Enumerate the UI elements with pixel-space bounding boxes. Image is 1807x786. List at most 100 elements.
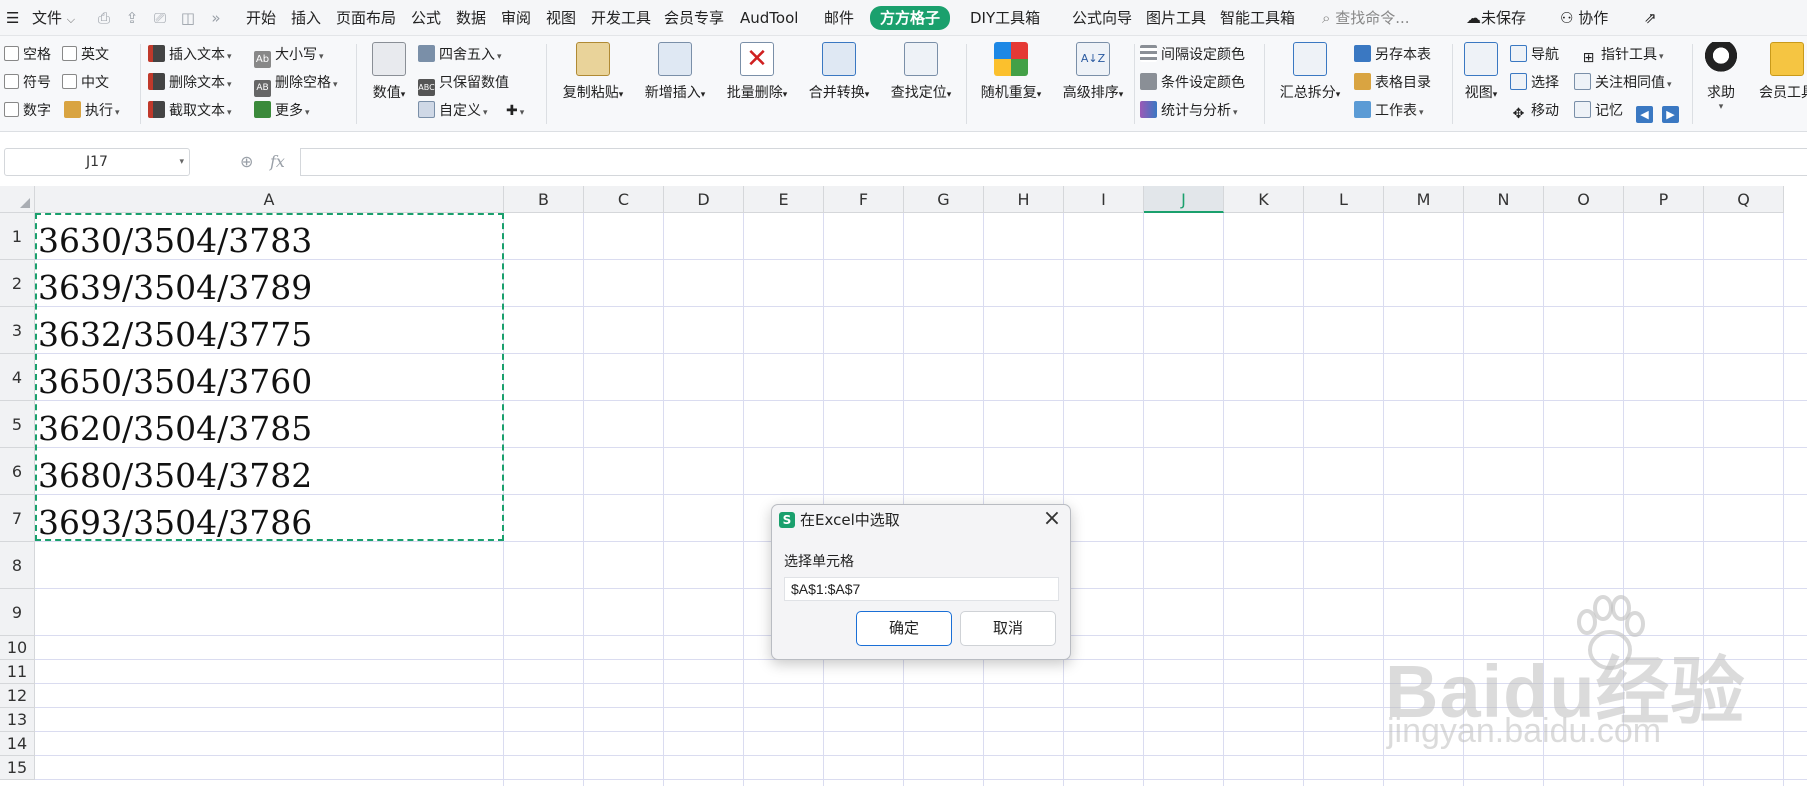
zoom-icon[interactable]: ⊕ [240, 152, 260, 172]
column-header-m[interactable]: M [1384, 186, 1464, 213]
tab-7[interactable]: 开发工具 [591, 7, 651, 29]
cancel-button[interactable]: 取消 [960, 611, 1056, 646]
checkbox-english[interactable]: 英文 [62, 44, 109, 66]
sheet-index-button[interactable]: 表格目录 [1354, 72, 1431, 94]
cell-a3[interactable]: 3632/3504/3775 [38, 309, 498, 356]
range-input[interactable]: $A$1:$A$7 [784, 577, 1059, 601]
cell-a7[interactable]: 3693/3504/3786 [38, 497, 498, 544]
row-header-14[interactable]: 14 [0, 732, 35, 756]
arrow-right-button[interactable]: ▶ [1662, 100, 1683, 123]
cell-a2[interactable]: 3639/3504/3789 [38, 262, 498, 309]
hamburger-menu-icon[interactable]: ☰ [6, 7, 19, 29]
tab-8[interactable]: 会员专享 [664, 7, 724, 29]
column-header-h[interactable]: H [984, 186, 1064, 213]
column-header-k[interactable]: K [1224, 186, 1304, 213]
row-header-5[interactable]: 5 [0, 401, 35, 448]
conditional-color-button[interactable]: 条件设定颜色 [1140, 72, 1245, 94]
save-sheet-button[interactable]: 另存本表 [1354, 44, 1431, 66]
cell-a1[interactable]: 3630/3504/3783 [38, 215, 498, 262]
select-all-corner[interactable] [0, 186, 35, 213]
checkbox-number[interactable]: 数字 [4, 100, 51, 122]
row-header-9[interactable]: 9 [0, 589, 35, 636]
column-header-e[interactable]: E [744, 186, 824, 213]
advanced-sort-button[interactable]: A↓Z 高级排序▾ [1054, 40, 1132, 102]
find-locate-button[interactable]: 查找定位▾ [882, 40, 960, 102]
row-header-6[interactable]: 6 [0, 448, 35, 495]
help-button[interactable]: 求助 ▾ [1698, 40, 1744, 112]
case-button[interactable]: Ab 大小写 ▾ [254, 44, 324, 68]
name-box-dropdown-icon[interactable]: ▾ [179, 149, 184, 175]
column-header-p[interactable]: P [1624, 186, 1704, 213]
extract-text-button[interactable]: 截取文本 ▾ [148, 100, 232, 122]
tab-2[interactable]: 页面布局 [336, 7, 396, 29]
row-header-13[interactable]: 13 [0, 708, 35, 732]
round-button[interactable]: 四舍五入 ▾ [418, 44, 502, 66]
tab-6[interactable]: 视图 [546, 7, 576, 29]
tab-13[interactable]: 公式向导 [1072, 7, 1132, 29]
column-header-j[interactable]: J [1144, 186, 1224, 213]
move-button[interactable]: ✥ 移动 [1510, 100, 1559, 122]
row-header-1[interactable]: 1 [0, 213, 35, 260]
tab-4[interactable]: 数据 [456, 7, 486, 29]
tab-0[interactable]: 开始 [246, 7, 276, 29]
column-header-b[interactable]: B [504, 186, 584, 213]
tab-12[interactable]: DIY工具箱 [970, 7, 1040, 29]
memory-button[interactable]: 记忆 [1574, 100, 1623, 122]
column-header-a[interactable]: A [35, 186, 504, 213]
custom-button[interactable]: 自定义 ▾ [418, 100, 488, 122]
column-header-d[interactable]: D [664, 186, 744, 213]
arrow-left-button[interactable]: ◀ [1636, 100, 1657, 123]
row-header-4[interactable]: 4 [0, 354, 35, 401]
fx-icon[interactable]: fx [270, 152, 294, 172]
unsaved-status[interactable]: ☁未保存 [1466, 7, 1526, 29]
save-icon[interactable]: ⎙ [94, 8, 114, 28]
member-tools-button[interactable]: 会员工具 [1752, 40, 1807, 102]
close-icon[interactable]: × [1040, 507, 1064, 531]
copy-paste-button[interactable]: 复制粘贴▾ [554, 40, 632, 102]
tab-5[interactable]: 审阅 [501, 7, 531, 29]
statistics-button[interactable]: 统计与分析 ▾ [1140, 100, 1238, 122]
more-quick-access-icon[interactable]: » [206, 8, 226, 28]
export-icon[interactable]: ⇪ [122, 8, 142, 28]
number-button[interactable]: 数值▾ [362, 40, 416, 102]
row-header-2[interactable]: 2 [0, 260, 35, 307]
column-header-f[interactable]: F [824, 186, 904, 213]
collab-button[interactable]: ⚇ 协作 [1560, 7, 1608, 29]
more-button[interactable]: 更多 ▾ [254, 100, 310, 122]
row-header-3[interactable]: 3 [0, 307, 35, 354]
row-header-12[interactable]: 12 [0, 684, 35, 708]
checkbox-chinese[interactable]: 中文 [62, 72, 109, 94]
ok-button[interactable]: 确定 [856, 611, 952, 646]
batch-delete-button[interactable]: ✕ 批量删除▾ [718, 40, 796, 102]
tab-3[interactable]: 公式 [411, 7, 441, 29]
merge-convert-button[interactable]: 合并转换▾ [800, 40, 878, 102]
column-header-n[interactable]: N [1464, 186, 1544, 213]
spreadsheet-grid[interactable]: ABCDEFGHIJKLMNOPQ 1 2 3 4 5 6 7 8 9 10 11 12 13 14 15 … [0, 186, 1807, 786]
tab-11-active[interactable]: 方方格子 [870, 6, 951, 30]
menu-file[interactable]: 文件 ⌵ [32, 7, 75, 29]
print-preview-icon[interactable]: ◫ [178, 8, 198, 28]
summary-split-button[interactable]: 汇总拆分▾ [1272, 40, 1348, 102]
cell-a6[interactable]: 3680/3504/3782 [38, 450, 498, 497]
interval-color-button[interactable]: 间隔设定颜色 [1140, 44, 1245, 66]
tab-10[interactable]: 邮件 [824, 7, 854, 29]
worksheet-button[interactable]: 工作表 ▾ [1354, 100, 1424, 122]
column-header-g[interactable]: G [904, 186, 984, 213]
tab-14[interactable]: 图片工具 [1146, 7, 1206, 29]
delete-text-button[interactable]: 删除文本 ▾ [148, 72, 232, 94]
cell-a4[interactable]: 3650/3504/3760 [38, 356, 498, 403]
delete-space-button[interactable]: AB 删除空格 ▾ [254, 72, 338, 97]
name-box[interactable]: J17 ▾ [4, 148, 190, 176]
formula-input[interactable] [300, 148, 1807, 176]
keep-numbers-button[interactable]: ABC 只保留数值 [418, 72, 509, 96]
share-icon[interactable]: ⇗ [1644, 7, 1657, 29]
tab-1[interactable]: 插入 [291, 7, 321, 29]
row-header-7[interactable]: 7 [0, 495, 35, 542]
execute-button[interactable]: 执行 ▾ [64, 100, 120, 122]
tab-15[interactable]: 智能工具箱 [1220, 7, 1295, 29]
checkbox-symbol[interactable]: 符号 [4, 72, 51, 94]
row-header-11[interactable]: 11 [0, 660, 35, 684]
cell-a5[interactable]: 3620/3504/3785 [38, 403, 498, 450]
tab-9[interactable]: AudTool [740, 7, 798, 29]
column-header-q[interactable]: Q [1704, 186, 1784, 213]
